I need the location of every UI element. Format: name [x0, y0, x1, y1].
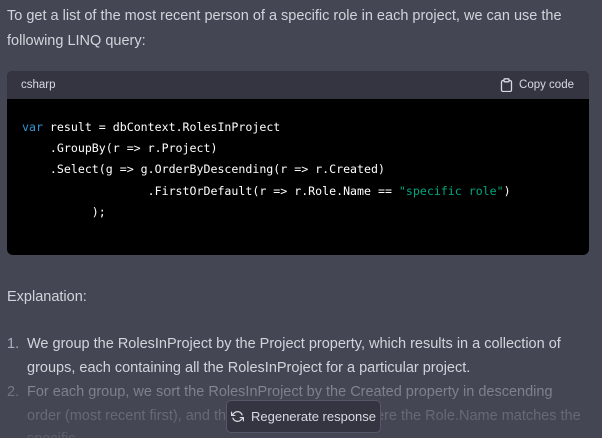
clipboard-icon — [500, 78, 513, 92]
code-content: var result = dbContext.RolesInProject .G… — [7, 99, 589, 223]
code-line: ); — [22, 202, 574, 223]
intro-text: To get a list of the most recent person … — [7, 8, 562, 49]
code-block-header: csharp Copy code — [7, 71, 589, 99]
code-text: result = dbContext.RolesInProject — [42, 120, 281, 134]
list-item-number: 2. — [7, 384, 20, 400]
list-item-number: 1. — [7, 336, 20, 352]
code-line: .FirstOrDefault(r => r.Role.Name == "spe… — [22, 181, 574, 202]
code-language-label: csharp — [21, 79, 56, 91]
code-string: "specific role" — [398, 183, 504, 198]
copy-code-button[interactable]: Copy code — [500, 78, 574, 92]
code-block: csharp Copy code var result = dbContext.… — [7, 71, 589, 255]
code-line: var result = dbContext.RolesInProject — [22, 117, 574, 138]
copy-code-label: Copy code — [519, 79, 574, 91]
refresh-icon — [230, 410, 244, 423]
code-keyword: var — [22, 120, 43, 134]
code-text: .GroupBy(r => r.Project) — [22, 141, 218, 156]
regenerate-response-button[interactable]: Regenerate response — [226, 400, 381, 433]
code-text: ) — [503, 183, 511, 198]
code-text: .FirstOrDefault(r => r.Role.Name == — [22, 183, 399, 198]
regenerate-response-label: Regenerate response — [250, 409, 377, 424]
code-text: ); — [22, 204, 106, 219]
list-item-text: We group the RolesInProject by the Proje… — [27, 336, 561, 376]
list-item: 1. We group the RolesInProject by the Pr… — [7, 333, 589, 380]
code-line: .Select(g => g.OrderByDescending(r => r.… — [22, 159, 574, 180]
explanation-heading: Explanation: — [7, 289, 87, 305]
code-line: .GroupBy(r => r.Project) — [22, 138, 574, 159]
code-text: .Select(g => g.OrderByDescending(r => r.… — [22, 162, 385, 177]
